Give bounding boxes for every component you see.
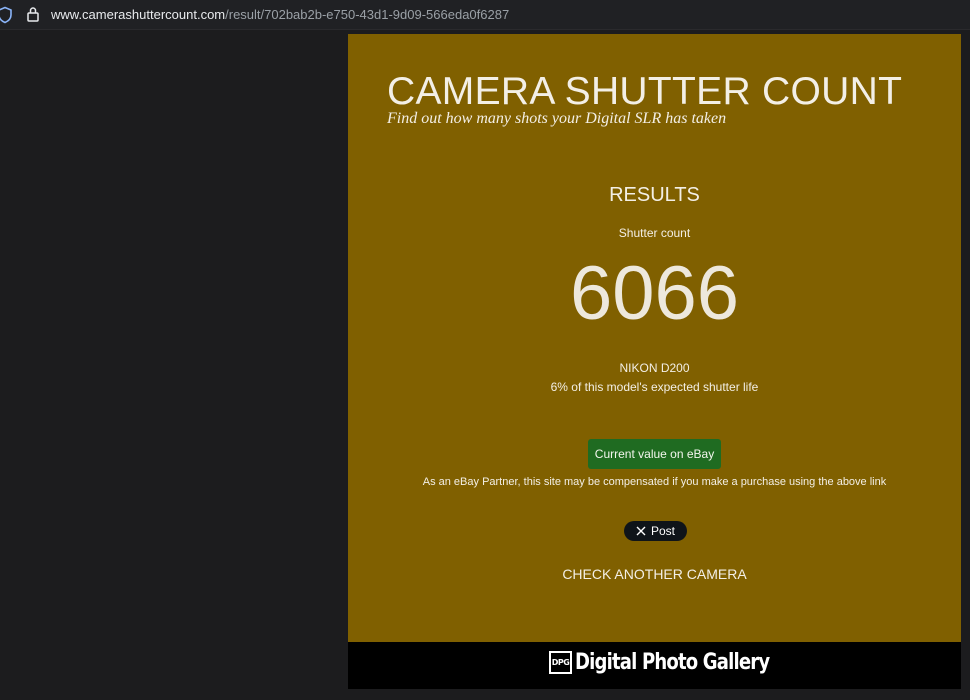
shield-icon[interactable] (0, 6, 14, 24)
ebay-disclaimer: As an eBay Partner, this site may be com… (422, 476, 887, 488)
site-tagline: Find out how many shots your Digital SLR… (387, 110, 727, 127)
page-background-left (0, 30, 348, 700)
camera-model: NIKON D200 (619, 361, 690, 375)
url-domain: www.camerashuttercount.com (51, 7, 226, 22)
ebay-value-button[interactable]: Current value on eBay (588, 439, 721, 469)
shutter-count-value: 6066 (569, 251, 740, 336)
digital-photo-gallery-logo[interactable]: DPG Digital Photo Gallery (549, 650, 812, 675)
x-post-label: Post (650, 524, 675, 538)
check-another-camera-link[interactable]: CHECK ANOTHER CAMERA (348, 566, 961, 582)
url-text[interactable]: www.camerashuttercount.com/result/702bab… (51, 7, 509, 22)
results-heading: RESULTS (609, 184, 700, 206)
x-post-button[interactable]: Post (624, 521, 687, 541)
results-panel: CAMERA SHUTTER COUNT Find out how many s… (348, 34, 961, 642)
page-background-bottom (348, 689, 961, 700)
lock-icon[interactable] (26, 6, 40, 22)
site-title[interactable]: CAMERA SHUTTER COUNT (387, 70, 902, 114)
brand-name: Digital Photo Gallery (575, 650, 770, 675)
page-background-right (961, 30, 970, 700)
dpg-badge-icon: DPG (549, 651, 572, 674)
shutter-life-percentage: 6% of this model's expected shutter life (550, 380, 759, 394)
browser-address-bar[interactable]: www.camerashuttercount.com/result/702bab… (0, 0, 970, 30)
shutter-count-label: Shutter count (618, 226, 691, 240)
url-path: /result/702bab2b-e750-43d1-9d09-566eda0f… (225, 7, 510, 22)
site-footer: DPG Digital Photo Gallery (348, 642, 961, 689)
x-logo-icon (636, 526, 646, 536)
